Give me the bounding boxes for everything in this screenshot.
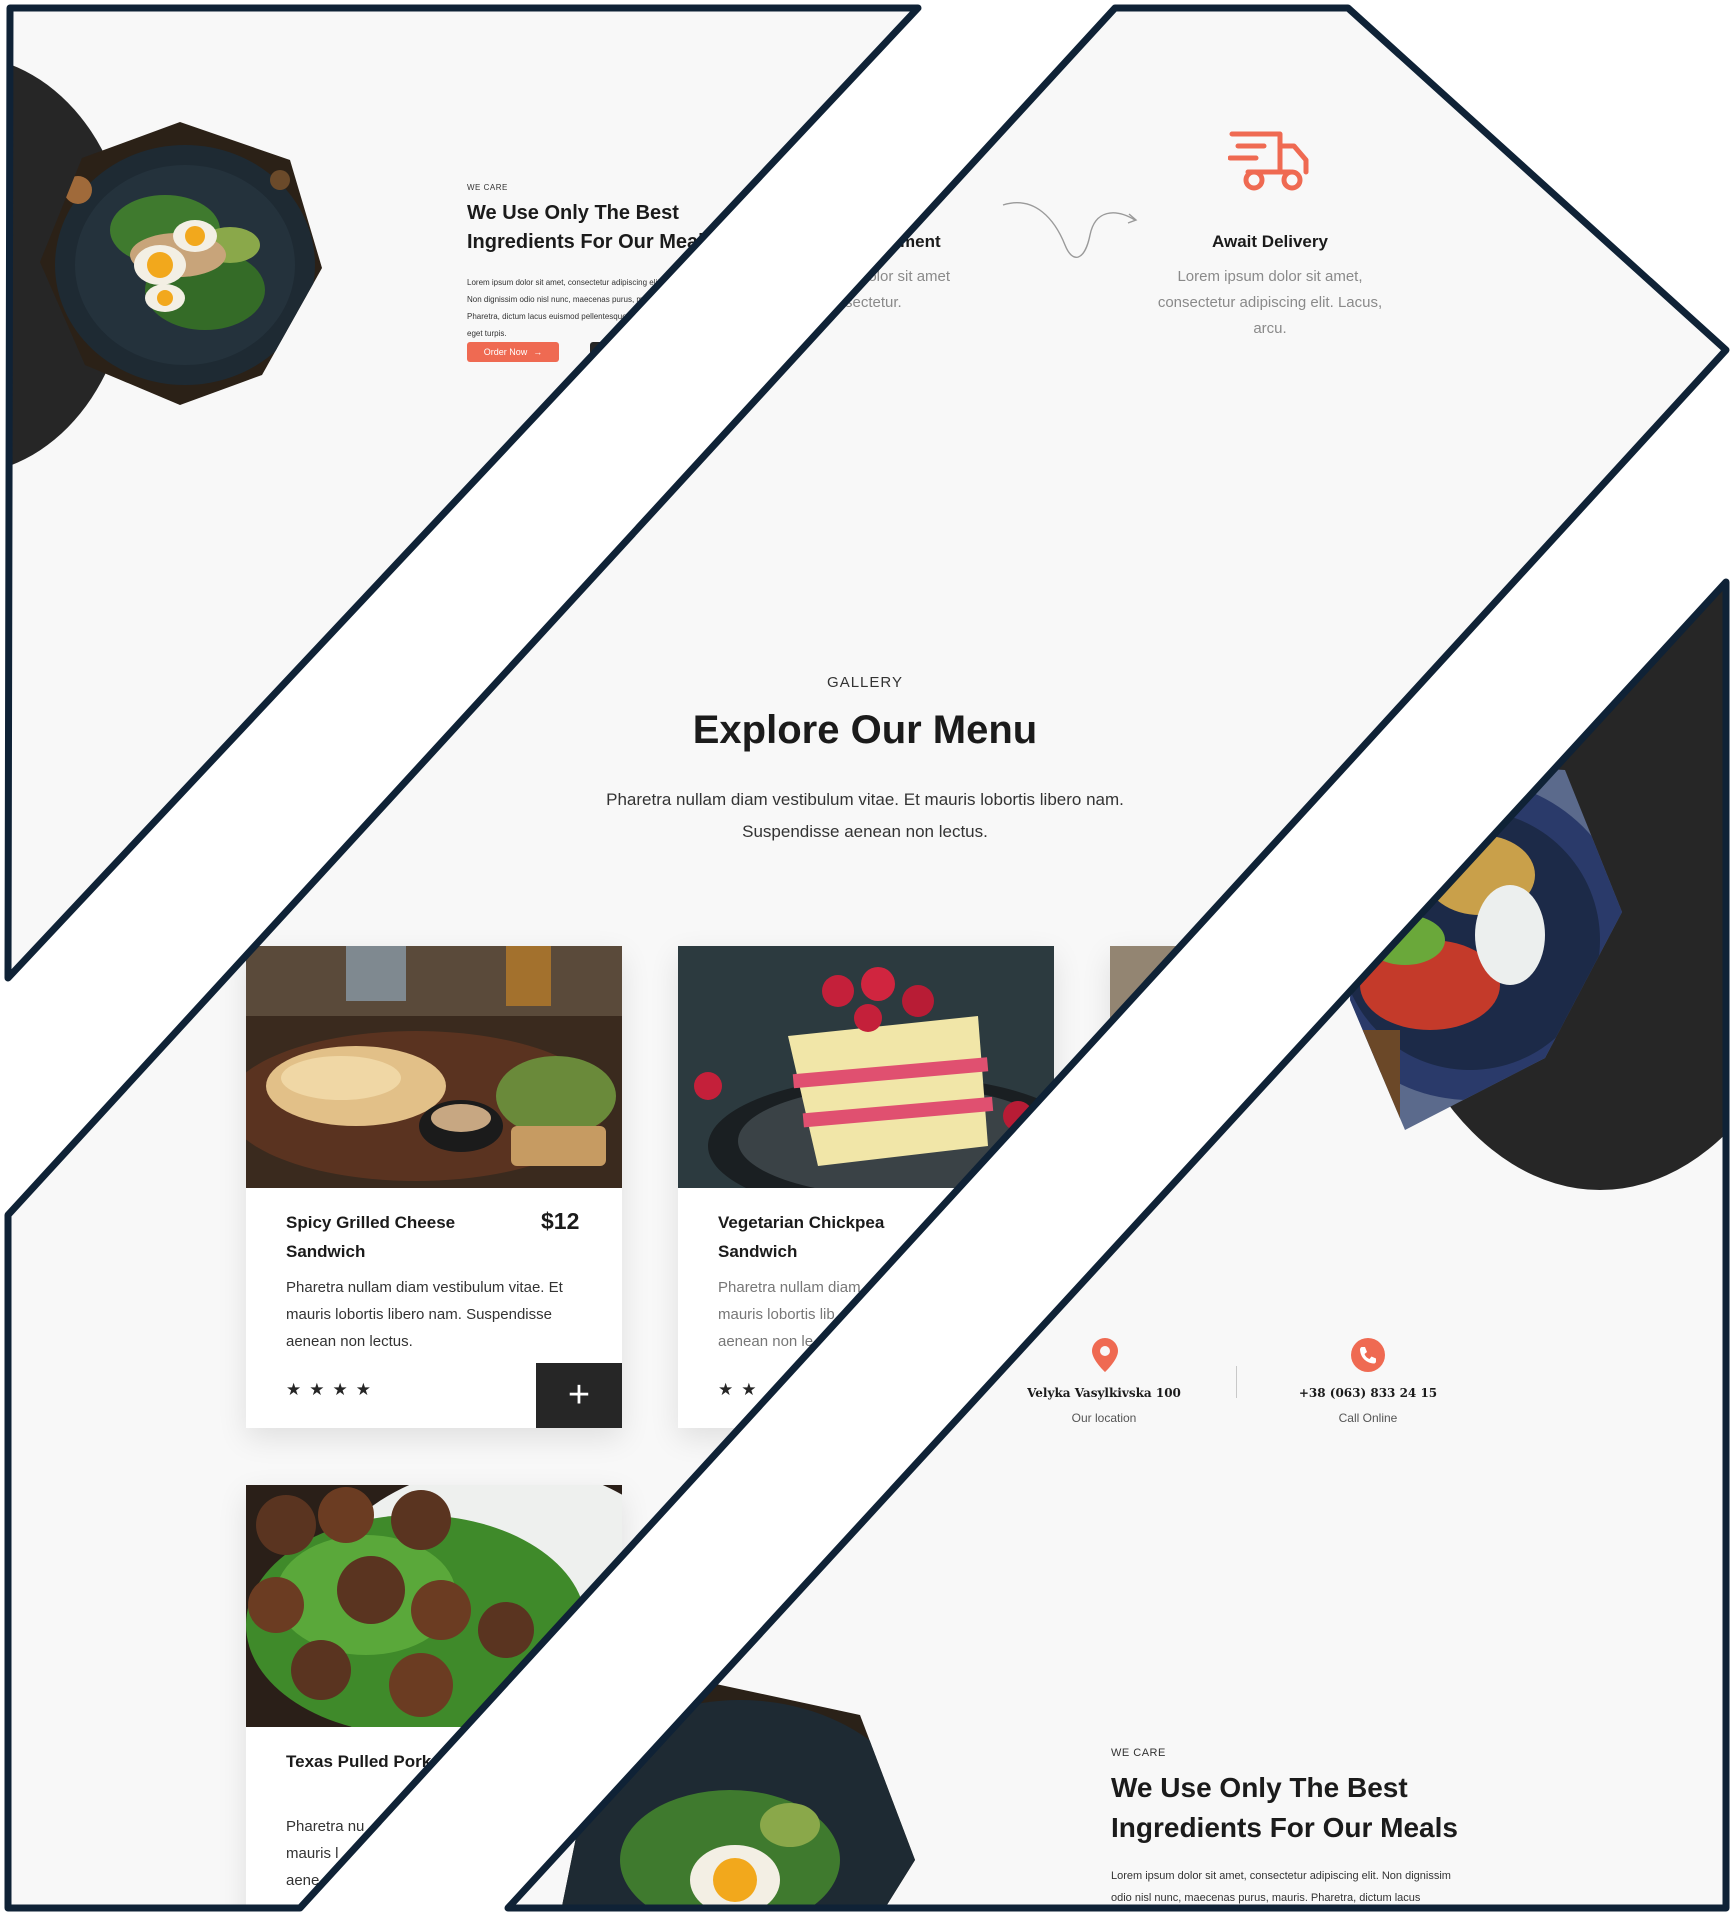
- squiggle-arrow-decoration: [995, 190, 1145, 270]
- egg-salad-image: [0, 0, 400, 460]
- order-now-label: Order Now: [483, 347, 528, 357]
- menu-card[interactable]: Vegetarian Chickpea Sandwich Pharetra nu…: [678, 946, 1054, 1428]
- menu-card-desc-line1: Pharetra nullam diam vestibulum vitae. E…: [286, 1279, 563, 1296]
- hero-title-line1: We Use Only The Best: [467, 202, 679, 224]
- menu-card-title-line1: Spicy Grilled Cheese: [286, 1213, 456, 1232]
- menu-card-desc-line3: aenean non lectus.: [286, 1333, 413, 1350]
- menu-card-desc-line2: mauris lobortis libero nam. Suspendisse: [286, 1306, 552, 1323]
- add-to-cart-button[interactable]: +: [536, 1363, 622, 1428]
- menu-card-desc-line2: mauris lobortis lib: [718, 1306, 835, 1323]
- grilled-cheese-image: [246, 946, 622, 1188]
- hero-body-line2: odio nisl nunc, maecenas purus, mauris. …: [1111, 1892, 1421, 1904]
- hero-title-line1: We Use Only The Best: [1111, 1772, 1408, 1803]
- cake-image: [678, 946, 1054, 1188]
- menu-card-price: $12: [541, 1208, 580, 1234]
- gallery-title: Explore Our Menu: [692, 708, 1038, 752]
- menu-card-desc-line1: Pharetra nullam diam: [718, 1279, 861, 1296]
- payment-step-text-line2: sectetur.: [845, 294, 902, 311]
- gallery-eyebrow: GALLERY: [827, 674, 903, 691]
- hero-body: Lorem ipsum dolor sit amet, consectetur …: [467, 278, 663, 338]
- gallery-subtitle-line2: Suspendisse aenean non lectus.: [742, 822, 988, 841]
- hero-body-line1: Lorem ipsum dolor sit amet, consectetur …: [1111, 1870, 1451, 1882]
- delivery-step-text-line3: arcu.: [1253, 320, 1287, 337]
- rating-stars: ★★★★: [286, 1380, 379, 1399]
- hero-eyebrow: WE CARE: [1111, 1747, 1166, 1759]
- payment-step-title: ment: [900, 232, 941, 251]
- hero-eyebrow: WE CARE: [467, 183, 508, 192]
- menu-card-desc-line2: mauris l: [286, 1845, 339, 1862]
- menu-card[interactable]: Spicy Grilled Cheese Sandwich $12 Pharet…: [246, 946, 622, 1428]
- arrow-right-icon: →: [533, 347, 543, 357]
- menu-card-desc-line3: aene: [286, 1872, 320, 1889]
- menu-card-title-line1: Texas Pulled Pork: [286, 1752, 432, 1771]
- order-now-button[interactable]: Order Now →: [467, 342, 559, 362]
- menu-card-title-line2: Sandwich: [718, 1242, 798, 1261]
- hero-title-line2: Ingredients For Our Meals: [467, 231, 715, 253]
- hero-title-line2: Ingredients For Our Meals: [1111, 1812, 1458, 1843]
- delivery-step-text-line1: Lorem ipsum dolor sit amet,: [1177, 268, 1363, 285]
- payment-step-text-line1: dolor sit amet: [860, 268, 951, 285]
- menu-card-desc-line3: aenean non le: [718, 1333, 814, 1350]
- menu-card-title-line1: Vegetarian Chickpea: [718, 1213, 885, 1232]
- menu-card-title-line2: Sandwich: [286, 1242, 366, 1261]
- gallery-subtitle-line1: Pharetra nullam diam vestibulum vitae. E…: [606, 790, 1124, 809]
- rating-stars: ★★: [718, 1380, 765, 1399]
- delivery-truck-icon: [1228, 128, 1312, 194]
- secondary-button[interactable]: [590, 342, 630, 362]
- delivery-step-text-line2: consectetur adipiscing elit. Lacus,: [1157, 294, 1383, 311]
- menu-card-desc-line1: Pharetra nu: [286, 1818, 365, 1835]
- meatballs-image: [246, 1485, 622, 1727]
- delivery-step-title: Await Delivery: [1212, 232, 1328, 251]
